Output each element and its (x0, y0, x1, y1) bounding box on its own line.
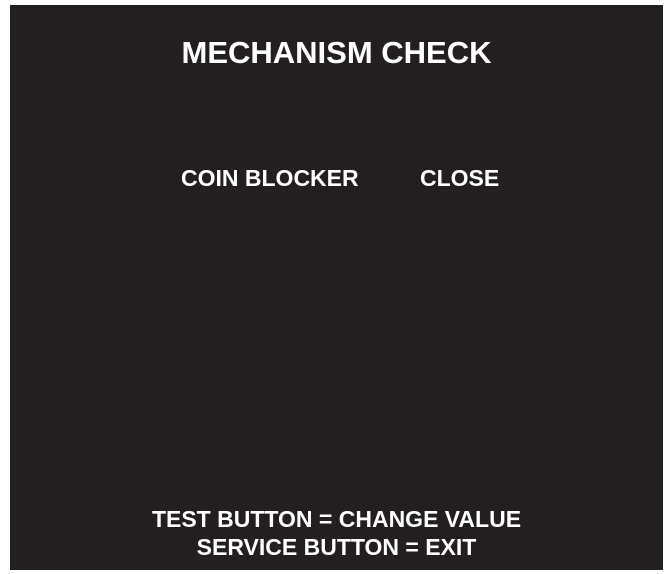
coin-blocker-setting-row[interactable]: COIN BLOCKER CLOSE (10, 163, 663, 193)
setting-value[interactable]: CLOSE (420, 163, 499, 193)
test-button-instruction: TEST BUTTON = CHANGE VALUE (151, 506, 522, 532)
test-menu-screen: MECHANISM CHECK COIN BLOCKER CLOSE TEST … (10, 5, 663, 570)
service-button-instruction: SERVICE BUTTON = EXIT (196, 534, 477, 560)
instructions: TEST BUTTON = CHANGE VALUE SERVICE BUTTO… (10, 505, 663, 561)
screen-title: MECHANISM CHECK (181, 35, 492, 70)
setting-label: COIN BLOCKER (181, 165, 359, 191)
